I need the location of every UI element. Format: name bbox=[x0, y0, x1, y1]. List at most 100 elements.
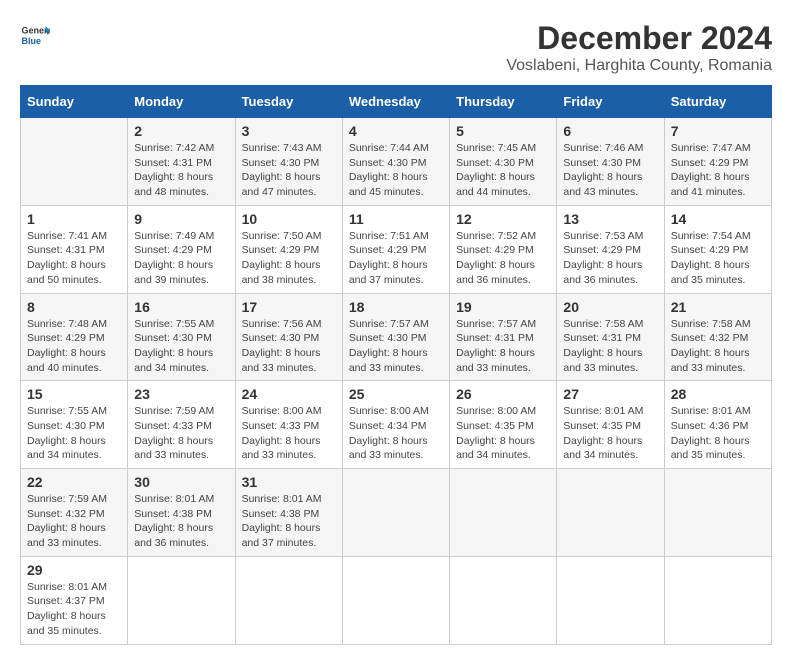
day-info: Sunrise: 7:47 AMSunset: 4:29 PMDaylight:… bbox=[671, 142, 751, 198]
calendar-cell: 11Sunrise: 7:51 AMSunset: 4:29 PMDayligh… bbox=[342, 205, 449, 293]
calendar-cell bbox=[235, 556, 342, 644]
day-info: Sunrise: 7:59 AMSunset: 4:32 PMDaylight:… bbox=[27, 493, 107, 549]
page-header: General Blue December 2024 Voslabeni, Ha… bbox=[20, 20, 772, 75]
day-info: Sunrise: 8:00 AMSunset: 4:34 PMDaylight:… bbox=[349, 405, 429, 461]
header-saturday: Saturday bbox=[664, 86, 771, 118]
day-number: 22 bbox=[27, 474, 121, 490]
calendar-cell: 18 Sunrise: 7:57 AMSunset: 4:30 PMDayligh… bbox=[342, 293, 449, 381]
day-number: 12 bbox=[456, 211, 550, 227]
header-tuesday: Tuesday bbox=[235, 86, 342, 118]
day-info: Sunrise: 8:01 AMSunset: 4:38 PMDaylight:… bbox=[134, 493, 214, 549]
day-number: 7 bbox=[671, 123, 765, 139]
calendar-cell: 22 Sunrise: 7:59 AMSunset: 4:32 PMDayligh… bbox=[21, 469, 128, 557]
day-number: 31 bbox=[242, 474, 336, 490]
calendar-cell: 5 Sunrise: 7:45 AMSunset: 4:30 PMDaylight… bbox=[450, 118, 557, 206]
day-number: 2 bbox=[134, 123, 228, 139]
day-info: Sunrise: 7:57 AMSunset: 4:30 PMDaylight:… bbox=[349, 318, 429, 374]
title-section: December 2024 Voslabeni, Harghita County… bbox=[506, 20, 772, 75]
calendar-cell: 24Sunrise: 8:00 AMSunset: 4:33 PMDayligh… bbox=[235, 381, 342, 469]
calendar-cell: 27Sunrise: 8:01 AMSunset: 4:35 PMDayligh… bbox=[557, 381, 664, 469]
header-row: Sunday Monday Tuesday Wednesday Thursday… bbox=[21, 86, 772, 118]
calendar-cell: 31 Sunrise: 8:01 AMSunset: 4:38 PMDayligh… bbox=[235, 469, 342, 557]
calendar-cell bbox=[21, 118, 128, 206]
day-number: 9 bbox=[134, 211, 228, 227]
day-number: 28 bbox=[671, 386, 765, 402]
calendar-cell: 30 Sunrise: 8:01 AMSunset: 4:38 PMDayligh… bbox=[128, 469, 235, 557]
day-info: Sunrise: 7:59 AMSunset: 4:33 PMDaylight:… bbox=[134, 405, 214, 461]
day-number: 5 bbox=[456, 123, 550, 139]
day-info: Sunrise: 7:42 AMSunset: 4:31 PMDaylight:… bbox=[134, 142, 214, 198]
calendar-cell bbox=[664, 469, 771, 557]
calendar-cell bbox=[557, 556, 664, 644]
day-info: Sunrise: 7:55 AMSunset: 4:30 PMDaylight:… bbox=[27, 405, 107, 461]
calendar-cell: 16 Sunrise: 7:55 AMSunset: 4:30 PMDayligh… bbox=[128, 293, 235, 381]
calendar-cell: 1Sunrise: 7:41 AMSunset: 4:31 PMDaylight… bbox=[21, 205, 128, 293]
day-number: 30 bbox=[134, 474, 228, 490]
table-row: 8Sunrise: 7:48 AMSunset: 4:29 PMDaylight… bbox=[21, 293, 772, 381]
day-info: Sunrise: 7:50 AMSunset: 4:29 PMDaylight:… bbox=[242, 230, 322, 286]
day-info: Sunrise: 7:49 AMSunset: 4:29 PMDaylight:… bbox=[134, 230, 214, 286]
day-number: 25 bbox=[349, 386, 443, 402]
day-info: Sunrise: 8:01 AMSunset: 4:36 PMDaylight:… bbox=[671, 405, 751, 461]
table-row: 2 Sunrise: 7:42 AMSunset: 4:31 PMDaylight… bbox=[21, 118, 772, 206]
day-number: 1 bbox=[27, 211, 121, 227]
calendar-cell: 10Sunrise: 7:50 AMSunset: 4:29 PMDayligh… bbox=[235, 205, 342, 293]
day-info: Sunrise: 7:43 AMSunset: 4:30 PMDaylight:… bbox=[242, 142, 322, 198]
calendar-cell: 23 Sunrise: 7:59 AMSunset: 4:33 PMDayligh… bbox=[128, 381, 235, 469]
day-info: Sunrise: 8:01 AMSunset: 4:35 PMDaylight:… bbox=[563, 405, 643, 461]
day-number: 26 bbox=[456, 386, 550, 402]
calendar-cell bbox=[342, 469, 449, 557]
calendar-cell: 3Sunrise: 7:43 AMSunset: 4:30 PMDaylight… bbox=[235, 118, 342, 206]
calendar-cell: 17Sunrise: 7:56 AMSunset: 4:30 PMDayligh… bbox=[235, 293, 342, 381]
calendar-cell: 25 Sunrise: 8:00 AMSunset: 4:34 PMDayligh… bbox=[342, 381, 449, 469]
calendar-cell: 29Sunrise: 8:01 AMSunset: 4:37 PMDayligh… bbox=[21, 556, 128, 644]
day-number: 17 bbox=[242, 299, 336, 315]
calendar-cell bbox=[342, 556, 449, 644]
logo: General Blue bbox=[20, 20, 50, 50]
table-row: 15Sunrise: 7:55 AMSunset: 4:30 PMDayligh… bbox=[21, 381, 772, 469]
calendar-cell: 28 Sunrise: 8:01 AMSunset: 4:36 PMDayligh… bbox=[664, 381, 771, 469]
day-number: 23 bbox=[134, 386, 228, 402]
table-row: 1Sunrise: 7:41 AMSunset: 4:31 PMDaylight… bbox=[21, 205, 772, 293]
calendar-cell: 14Sunrise: 7:54 AMSunset: 4:29 PMDayligh… bbox=[664, 205, 771, 293]
day-number: 19 bbox=[456, 299, 550, 315]
calendar-cell bbox=[128, 556, 235, 644]
header-monday: Monday bbox=[128, 86, 235, 118]
day-info: Sunrise: 8:00 AMSunset: 4:35 PMDaylight:… bbox=[456, 405, 536, 461]
day-info: Sunrise: 7:57 AMSunset: 4:31 PMDaylight:… bbox=[456, 318, 536, 374]
calendar-cell: 12 Sunrise: 7:52 AMSunset: 4:29 PMDayligh… bbox=[450, 205, 557, 293]
calendar-cell bbox=[557, 469, 664, 557]
header-sunday: Sunday bbox=[21, 86, 128, 118]
day-number: 4 bbox=[349, 123, 443, 139]
calendar-cell: 21Sunrise: 7:58 AMSunset: 4:32 PMDayligh… bbox=[664, 293, 771, 381]
day-info: Sunrise: 7:48 AMSunset: 4:29 PMDaylight:… bbox=[27, 318, 107, 374]
day-info: Sunrise: 7:52 AMSunset: 4:29 PMDaylight:… bbox=[456, 230, 536, 286]
calendar-cell: 2 Sunrise: 7:42 AMSunset: 4:31 PMDaylight… bbox=[128, 118, 235, 206]
logo-icon: General Blue bbox=[20, 20, 50, 50]
calendar-table: Sunday Monday Tuesday Wednesday Thursday… bbox=[20, 85, 772, 645]
day-number: 21 bbox=[671, 299, 765, 315]
calendar-cell: 6Sunrise: 7:46 AMSunset: 4:30 PMDaylight… bbox=[557, 118, 664, 206]
day-number: 13 bbox=[563, 211, 657, 227]
day-number: 14 bbox=[671, 211, 765, 227]
day-number: 16 bbox=[134, 299, 228, 315]
day-info: Sunrise: 7:46 AMSunset: 4:30 PMDaylight:… bbox=[563, 142, 643, 198]
day-info: Sunrise: 8:00 AMSunset: 4:33 PMDaylight:… bbox=[242, 405, 322, 461]
calendar-cell: 15Sunrise: 7:55 AMSunset: 4:30 PMDayligh… bbox=[21, 381, 128, 469]
day-info: Sunrise: 7:45 AMSunset: 4:30 PMDaylight:… bbox=[456, 142, 536, 198]
calendar-cell: 20Sunrise: 7:58 AMSunset: 4:31 PMDayligh… bbox=[557, 293, 664, 381]
calendar-cell: 9 Sunrise: 7:49 AMSunset: 4:29 PMDaylight… bbox=[128, 205, 235, 293]
calendar-cell bbox=[450, 469, 557, 557]
calendar-cell bbox=[664, 556, 771, 644]
day-number: 29 bbox=[27, 562, 121, 578]
calendar-cell: 4 Sunrise: 7:44 AMSunset: 4:30 PMDaylight… bbox=[342, 118, 449, 206]
header-wednesday: Wednesday bbox=[342, 86, 449, 118]
day-info: Sunrise: 7:55 AMSunset: 4:30 PMDaylight:… bbox=[134, 318, 214, 374]
day-info: Sunrise: 7:58 AMSunset: 4:31 PMDaylight:… bbox=[563, 318, 643, 374]
day-info: Sunrise: 8:01 AMSunset: 4:38 PMDaylight:… bbox=[242, 493, 322, 549]
header-thursday: Thursday bbox=[450, 86, 557, 118]
table-row: 22 Sunrise: 7:59 AMSunset: 4:32 PMDayligh… bbox=[21, 469, 772, 557]
calendar-cell: 19 Sunrise: 7:57 AMSunset: 4:31 PMDayligh… bbox=[450, 293, 557, 381]
day-info: Sunrise: 7:44 AMSunset: 4:30 PMDaylight:… bbox=[349, 142, 429, 198]
day-number: 18 bbox=[349, 299, 443, 315]
